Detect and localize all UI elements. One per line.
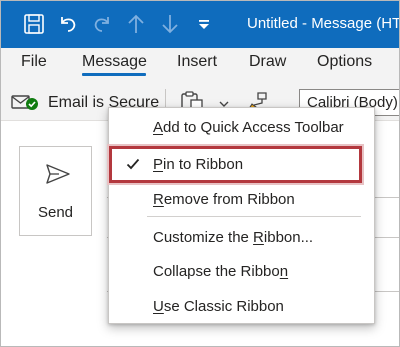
tab-message[interactable]: Message: [82, 53, 147, 71]
chevron-down-icon[interactable]: [218, 96, 230, 107]
ribbon-context-menu: Add to Quick Access Toolbar Pin to Ribbo…: [108, 107, 375, 324]
title-bar: Untitled - Message (HT: [1, 1, 400, 48]
redo-icon[interactable]: [89, 11, 115, 37]
tab-insert[interactable]: Insert: [177, 53, 217, 71]
outlook-window: Untitled - Message (HT File Message Inse…: [0, 0, 400, 347]
send-icon: [45, 163, 71, 185]
menu-item-use-classic-ribbon[interactable]: Use Classic Ribbon: [109, 290, 374, 324]
customize-qat-icon[interactable]: [191, 11, 217, 37]
ribbon-tabs: File Message Insert Draw Options: [1, 48, 399, 81]
tab-file[interactable]: File: [21, 53, 47, 71]
undo-icon[interactable]: [55, 11, 81, 37]
pin-to-ribbon-highlight: [109, 146, 362, 183]
send-label: Send: [37, 204, 74, 221]
send-button[interactable]: Send: [19, 146, 92, 236]
down-arrow-icon[interactable]: [157, 11, 183, 37]
active-tab-indicator: [82, 73, 146, 76]
menu-item-collapse-the-ribbon[interactable]: Collapse the Ribbon: [109, 255, 374, 289]
window-title: Untitled - Message (HT: [247, 15, 400, 32]
tab-options[interactable]: Options: [317, 53, 372, 71]
menu-separator: [147, 216, 361, 217]
save-icon[interactable]: [21, 11, 47, 37]
secure-email-icon: [11, 93, 39, 111]
menu-item-remove-from-ribbon[interactable]: Remove from Ribbon: [109, 183, 374, 217]
menu-item-add-to-quick-access-toolbar[interactable]: Add to Quick Access Toolbar: [109, 111, 374, 145]
up-arrow-icon[interactable]: [123, 11, 149, 37]
menu-item-customize-the-ribbon[interactable]: Customize the Ribbon...: [109, 221, 374, 255]
tab-draw[interactable]: Draw: [249, 53, 286, 71]
